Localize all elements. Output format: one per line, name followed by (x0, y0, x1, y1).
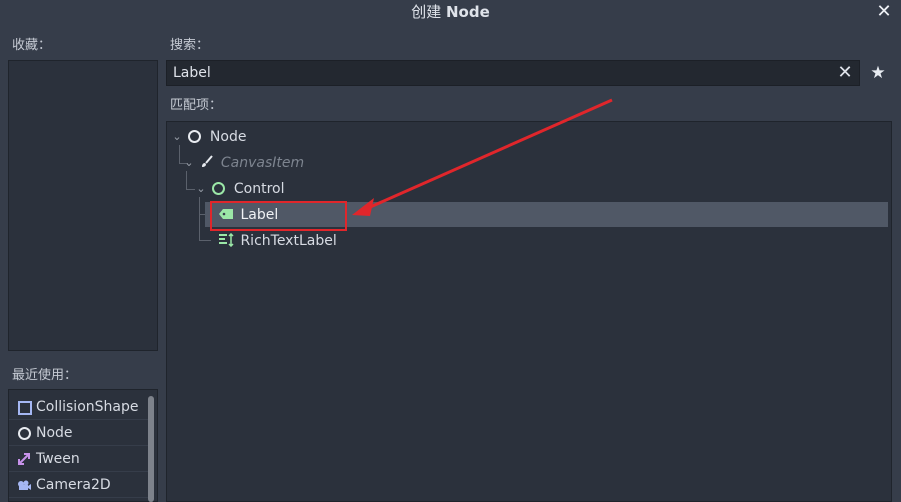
annotation-arrow (352, 98, 613, 216)
